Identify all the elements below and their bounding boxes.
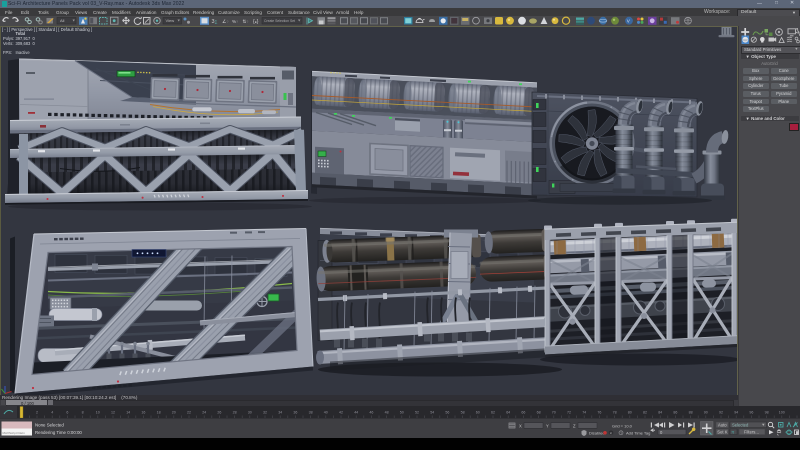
svg-text:92: 92 (719, 411, 723, 415)
svg-text:56: 56 (445, 411, 449, 415)
svg-text:98: 98 (765, 411, 769, 415)
svg-text:18: 18 (157, 411, 161, 415)
svg-text:90: 90 (704, 411, 708, 415)
svg-text:12: 12 (111, 411, 115, 415)
svg-text:%?: %? (232, 19, 238, 24)
svg-text:22: 22 (187, 411, 191, 415)
svg-text:3∑: 3∑ (212, 19, 218, 25)
svg-text:All: All (60, 18, 65, 23)
svg-text:Disabled: Disabled (589, 430, 605, 435)
svg-text:24: 24 (202, 411, 206, 415)
svg-text:14: 14 (126, 411, 130, 415)
svg-text:72: 72 (567, 411, 571, 415)
svg-text:96: 96 (749, 411, 753, 415)
svg-text:94: 94 (734, 411, 738, 415)
svg-text:50: 50 (400, 411, 404, 415)
svg-text:64: 64 (506, 411, 510, 415)
svg-text:82: 82 (643, 411, 647, 415)
svg-text:Z: Z (573, 423, 576, 428)
svg-text:2: 2 (36, 411, 38, 415)
svg-text:80: 80 (628, 411, 632, 415)
svg-text:✕: ✕ (609, 431, 612, 435)
svg-text:Set K: Set K (717, 430, 727, 435)
svg-text:40: 40 (324, 411, 328, 415)
svg-text:π: π (731, 430, 734, 435)
svg-text:48: 48 (385, 411, 389, 415)
svg-text:View: View (166, 18, 175, 23)
svg-text:V: V (627, 18, 630, 23)
svg-text:78: 78 (613, 411, 617, 415)
svg-text:86: 86 (673, 411, 677, 415)
svg-text:Selected: Selected (732, 423, 749, 428)
svg-text:Create Selection Set: Create Selection Set (264, 19, 295, 23)
svg-text:MAXScript FileIn: MAXScript FileIn (3, 431, 26, 435)
svg-text:20: 20 (172, 411, 176, 415)
svg-text:∠?: ∠? (222, 19, 228, 25)
svg-text:88: 88 (689, 411, 693, 415)
svg-text:Filters...: Filters... (744, 430, 759, 435)
svg-text:36: 36 (293, 411, 297, 415)
svg-text:84: 84 (658, 411, 662, 415)
svg-text:70: 70 (552, 411, 556, 415)
svg-text:42: 42 (339, 411, 343, 415)
svg-text:8: 8 (82, 411, 84, 415)
svg-text:Grid = 10.0: Grid = 10.0 (612, 423, 633, 428)
svg-text:46: 46 (369, 411, 373, 415)
svg-text:66: 66 (521, 411, 525, 415)
svg-text:74: 74 (582, 411, 586, 415)
svg-text:38: 38 (309, 411, 313, 415)
svg-text:Y: Y (546, 423, 549, 428)
svg-text:68: 68 (537, 411, 541, 415)
svg-text:32: 32 (263, 411, 267, 415)
svg-text:34: 34 (278, 411, 282, 415)
svg-text:76: 76 (597, 411, 601, 415)
svg-text:4: 4 (51, 411, 53, 415)
svg-text:58: 58 (461, 411, 465, 415)
svg-text:{●}: {●} (253, 19, 259, 25)
svg-text:6: 6 (66, 411, 68, 415)
svg-text:16: 16 (141, 411, 145, 415)
svg-text:100: 100 (779, 411, 785, 415)
svg-text:60: 60 (476, 411, 480, 415)
svg-text:26: 26 (217, 411, 221, 415)
svg-text:None Selected: None Selected (35, 422, 64, 427)
svg-text:52: 52 (415, 411, 419, 415)
svg-text:62: 62 (491, 411, 495, 415)
svg-text:44: 44 (354, 411, 358, 415)
svg-text:Auto: Auto (718, 423, 727, 428)
svg-text:Rendering Time 0:00:00: Rendering Time 0:00:00 (35, 430, 82, 435)
svg-text:X: X (519, 423, 522, 428)
svg-text:54: 54 (430, 411, 434, 415)
svg-text:30: 30 (248, 411, 252, 415)
svg-text:10: 10 (96, 411, 100, 415)
svg-text:⇅?: ⇅? (243, 19, 249, 24)
svg-text:28: 28 (233, 411, 237, 415)
svg-text:Add Time Tag: Add Time Tag (626, 430, 650, 435)
